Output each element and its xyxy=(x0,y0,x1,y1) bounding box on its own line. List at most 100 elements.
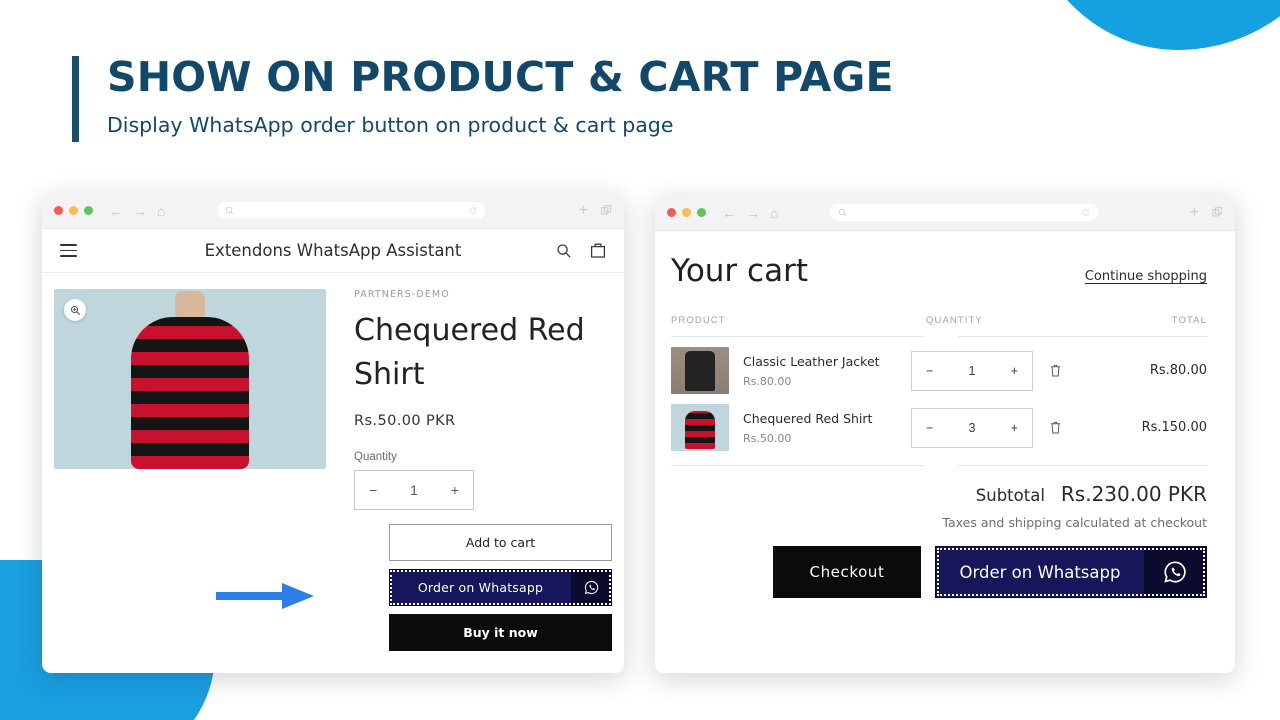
quantity-decrease-button[interactable]: − xyxy=(926,421,933,435)
store-name: Extendons WhatsApp Assistant xyxy=(204,241,462,260)
minimize-window-dot[interactable] xyxy=(69,206,78,215)
plus-icon[interactable]: + xyxy=(1190,204,1199,222)
trash-icon[interactable] xyxy=(1049,420,1062,435)
quantity-decrease-button[interactable]: − xyxy=(926,364,933,378)
home-icon[interactable]: ⌂ xyxy=(770,206,778,220)
chrome-right-controls: + xyxy=(579,202,612,220)
product-price: Rs.50.00 PKR xyxy=(354,412,456,429)
cart-title: Your cart xyxy=(671,253,808,289)
quantity-increase-button[interactable]: + xyxy=(451,482,459,498)
cart-quantity-cell: − 3 + xyxy=(911,407,1099,448)
product-action-buttons: Add to cart Order on Whatsapp Buy it now xyxy=(42,523,624,651)
product-page-window: ← → ⌂ + Extendons WhatsApp Assistant PAR… xyxy=(42,193,624,673)
back-arrow-icon[interactable]: ← xyxy=(109,204,123,218)
cart-item-info: Chequered Red Shirt Rs.50.00 xyxy=(729,411,911,445)
cart-item-price: Rs.80.00 xyxy=(743,374,792,388)
storefront-icons xyxy=(556,242,606,259)
tabs-icon[interactable] xyxy=(1212,207,1223,218)
quantity-value: 3 xyxy=(968,420,976,435)
quantity-label: Quantity xyxy=(354,450,397,463)
pointer-arrow-icon xyxy=(216,583,314,609)
cart-item-price: Rs.50.00 xyxy=(743,431,792,445)
red-shirt-thumbnail[interactable] xyxy=(671,404,729,451)
order-on-whatsapp-label: Order on Whatsapp xyxy=(959,562,1121,582)
search-icon xyxy=(838,208,847,217)
tabs-icon[interactable] xyxy=(601,205,612,216)
cart-column-headers: PRODUCT QUANTITY TOTAL xyxy=(671,315,1207,326)
cart-page-window: ← → ⌂ + Your cart Continue shopping PROD… xyxy=(655,195,1235,673)
plus-icon[interactable]: + xyxy=(579,202,588,220)
cart-action-buttons: Checkout Order on Whatsapp xyxy=(671,546,1207,598)
forward-arrow-icon[interactable]: → xyxy=(746,206,760,220)
quantity-value: 1 xyxy=(410,481,418,498)
address-bar[interactable] xyxy=(829,204,1098,221)
order-on-whatsapp-label: Order on Whatsapp xyxy=(417,579,544,595)
product-vendor: PARTNERS-DEMO xyxy=(354,289,450,300)
quantity-stepper[interactable]: − 3 + xyxy=(911,407,1033,448)
cart-content: Your cart Continue shopping PRODUCT QUAN… xyxy=(655,231,1235,598)
cart-summary: Subtotal Rs.230.00 PKR Taxes and shippin… xyxy=(671,482,1207,598)
close-window-dot[interactable] xyxy=(667,208,676,217)
cart-item-name[interactable]: Classic Leather Jacket xyxy=(743,354,911,369)
order-on-whatsapp-button[interactable]: Order on Whatsapp xyxy=(935,546,1207,598)
page-subtitle: Display WhatsApp order button on product… xyxy=(107,113,674,138)
cart-item-info: Classic Leather Jacket Rs.80.00 xyxy=(729,354,911,388)
leather-jacket-thumbnail[interactable] xyxy=(671,347,729,394)
table-row: Chequered Red Shirt Rs.50.00 − 3 + Rs.15… xyxy=(671,394,1207,451)
table-row: Classic Leather Jacket Rs.80.00 − 1 + Rs… xyxy=(671,337,1207,394)
order-on-whatsapp-button[interactable]: Order on Whatsapp xyxy=(389,568,612,606)
quantity-value: 1 xyxy=(968,363,976,378)
storefront-header: Extendons WhatsApp Assistant xyxy=(42,229,624,273)
subtotal-row: Subtotal Rs.230.00 PKR xyxy=(671,482,1207,506)
product-detail: PARTNERS-DEMO Chequered Red Shirt Rs.50.… xyxy=(42,273,624,510)
home-icon[interactable]: ⌂ xyxy=(157,204,165,218)
checkout-button[interactable]: Checkout xyxy=(773,546,921,598)
quantity-increase-button[interactable]: + xyxy=(1011,364,1018,378)
page-title: SHOW ON PRODUCT & CART PAGE xyxy=(107,53,894,101)
footer-divider xyxy=(671,465,1207,466)
quantity-stepper[interactable]: − 1 + xyxy=(354,469,474,510)
cart-quantity-cell: − 1 + xyxy=(911,350,1099,391)
continue-shopping-link[interactable]: Continue shopping xyxy=(1085,269,1207,284)
slide-canvas: SHOW ON PRODUCT & CART PAGE Display What… xyxy=(0,0,1280,720)
maximize-window-dot[interactable] xyxy=(84,206,93,215)
close-window-dot[interactable] xyxy=(54,206,63,215)
decorative-blob-top-right xyxy=(1020,0,1280,50)
product-image[interactable] xyxy=(54,289,326,469)
product-title: Chequered Red Shirt xyxy=(354,313,585,392)
heading-accent-bar xyxy=(72,56,79,142)
traffic-lights xyxy=(54,206,93,215)
quantity-decrease-button[interactable]: − xyxy=(369,482,377,498)
back-arrow-icon[interactable]: ← xyxy=(722,206,736,220)
banner-heading: SHOW ON PRODUCT & CART PAGE Display What… xyxy=(72,53,894,142)
chrome-right-controls: + xyxy=(1190,204,1223,222)
reload-icon[interactable] xyxy=(1081,208,1090,217)
zoom-in-icon[interactable] xyxy=(64,299,86,321)
trash-icon[interactable] xyxy=(1049,363,1062,378)
cart-item-name[interactable]: Chequered Red Shirt xyxy=(743,411,911,426)
maximize-window-dot[interactable] xyxy=(697,208,706,217)
whatsapp-icon xyxy=(1144,547,1206,597)
column-header-quantity: QUANTITY xyxy=(926,315,983,326)
search-icon[interactable] xyxy=(556,243,572,259)
address-bar[interactable] xyxy=(217,202,486,219)
add-to-cart-button[interactable]: Add to cart xyxy=(389,523,612,561)
cart-item-total: Rs.150.00 xyxy=(1141,420,1207,435)
traffic-lights xyxy=(667,208,706,217)
browser-chrome-product: ← → ⌂ + xyxy=(42,193,624,229)
search-icon xyxy=(225,206,234,215)
model-head xyxy=(175,291,205,317)
cart-item-total: Rs.80.00 xyxy=(1149,363,1207,378)
quantity-increase-button[interactable]: + xyxy=(1011,421,1018,435)
browser-chrome-cart: ← → ⌂ + xyxy=(655,195,1235,231)
whatsapp-icon xyxy=(571,569,611,605)
hamburger-icon[interactable] xyxy=(60,244,77,257)
tax-note: Taxes and shipping calculated at checkou… xyxy=(942,515,1207,530)
quantity-stepper[interactable]: − 1 + xyxy=(911,350,1033,391)
forward-arrow-icon[interactable]: → xyxy=(133,204,147,218)
buy-it-now-button[interactable]: Buy it now xyxy=(389,613,612,651)
shopping-bag-icon[interactable] xyxy=(590,242,606,259)
checkered-shirt-graphic xyxy=(131,317,249,469)
reload-icon[interactable] xyxy=(468,206,477,215)
minimize-window-dot[interactable] xyxy=(682,208,691,217)
